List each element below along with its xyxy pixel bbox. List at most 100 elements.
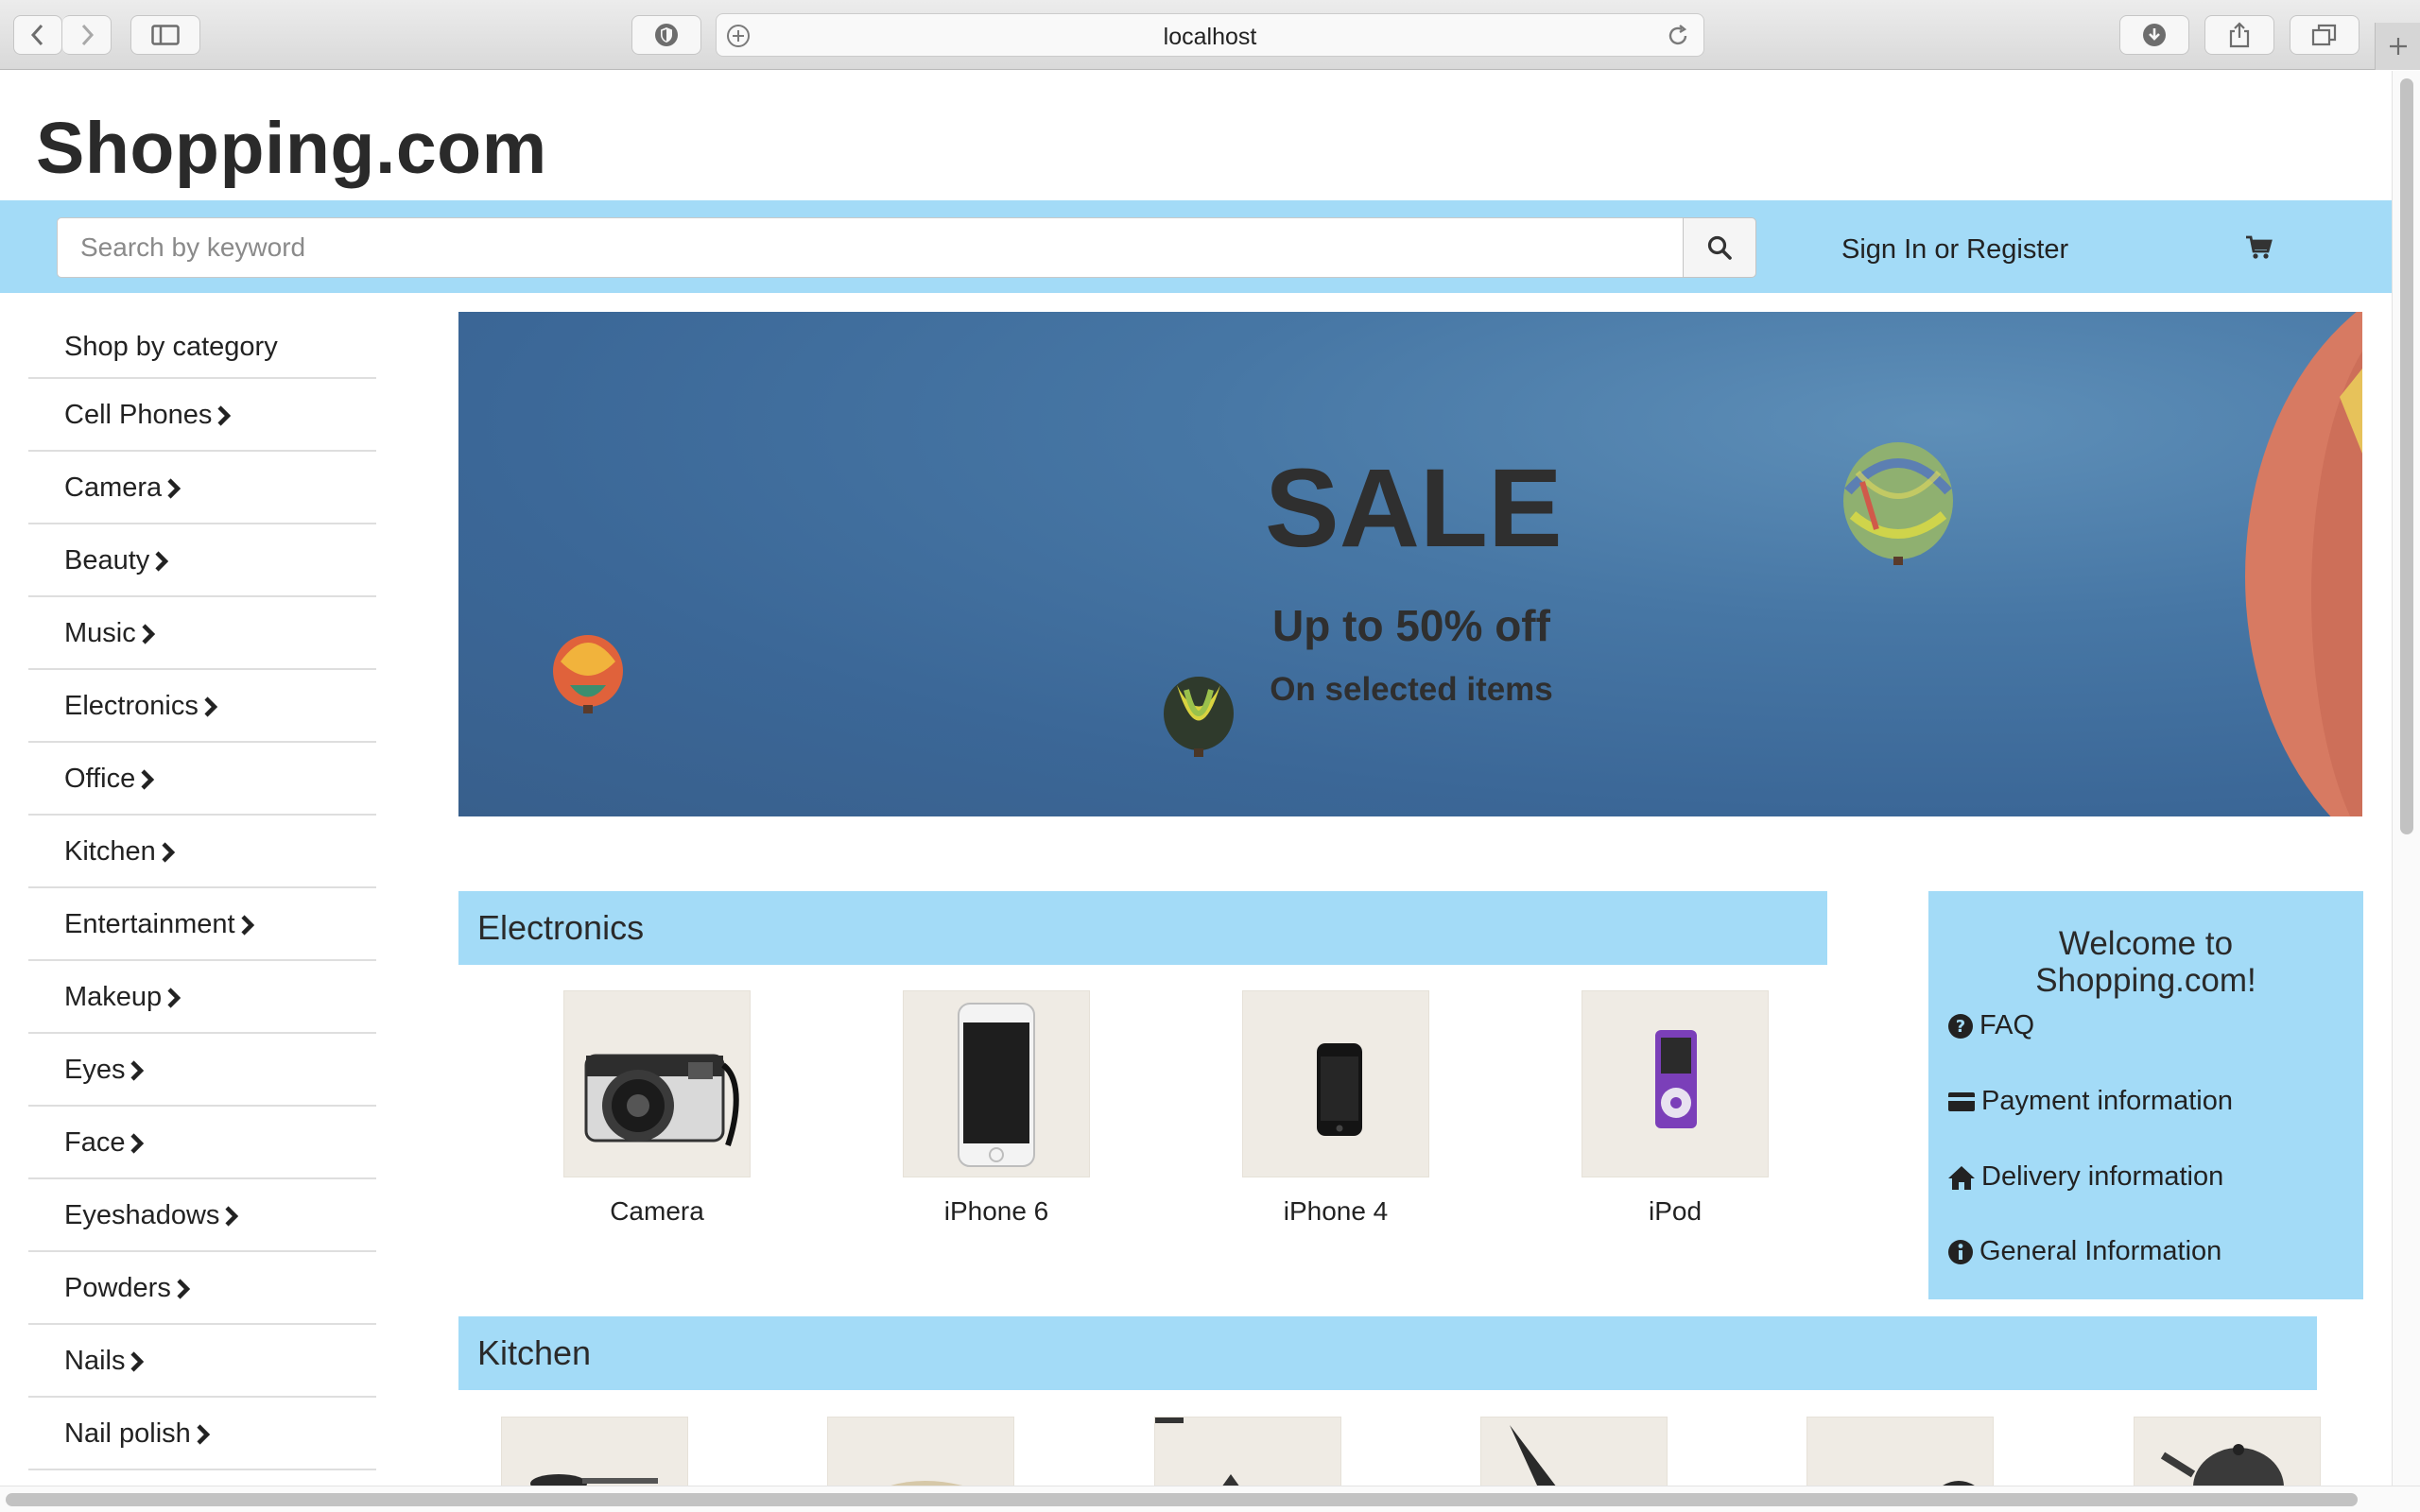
address-bar[interactable]: localhost [716,13,1704,57]
iphone6-image[interactable] [903,990,1090,1177]
url-text: localhost [1163,24,1257,50]
sidebar-heading: Shop by category [28,317,376,379]
sidebar-item-nails[interactable]: Nails [28,1325,376,1398]
search-input[interactable] [57,217,1685,278]
kitchen-product-image[interactable] [1480,1417,1668,1486]
product-ipod[interactable]: iPod [1581,990,1770,1227]
chevron-right-icon [217,405,232,426]
sidebar-item-eyeshadows[interactable]: Eyeshadows [28,1179,376,1252]
sidebar-item-nail-polish[interactable]: Nail polish [28,1398,376,1470]
kitchen-product-image[interactable] [501,1417,688,1486]
banner-subtext: On selected items [1270,671,1553,708]
sidebar-item-label: Face [64,1127,126,1158]
sidebar-item-label: Nails [64,1346,126,1376]
banner-offer: Up to 50% off [1272,601,1550,650]
welcome-panel: Welcome to Shopping.com! ? FAQ Payment i… [1928,891,2363,1299]
faq-link[interactable]: ? FAQ [1947,1010,2034,1041]
sidebar-item-kitchen[interactable]: Kitchen [28,816,376,888]
search-bar-strip: Sign In or Register [0,200,2392,293]
horizontal-scroll-thumb[interactable] [6,1493,2358,1506]
product-label: Camera [610,1196,704,1226]
sidebar-item-beauty[interactable]: Beauty [28,524,376,597]
share-button[interactable] [2204,15,2274,55]
welcome-title: Welcome to Shopping.com! [1928,925,2363,999]
tabs-icon [2311,24,2337,46]
sidebar-item-label: Office [64,764,136,794]
sidebar-item-camera[interactable]: Camera [28,452,376,524]
sidebar-item-makeup[interactable]: Makeup [28,961,376,1034]
sidebar-item-eyes[interactable]: Eyes [28,1034,376,1107]
electronics-section-header[interactable]: Electronics [458,891,1827,965]
vertical-scroll-thumb[interactable] [2400,78,2413,834]
downloads-button[interactable] [2119,15,2189,55]
sidebar-item-label: Cell Phones [64,400,213,430]
product-iphone4[interactable]: iPhone 4 [1241,990,1430,1227]
sidebar-item-electronics[interactable]: Electronics [28,670,376,743]
search-button[interactable] [1683,217,1756,278]
product-iphone6[interactable]: iPhone 6 [902,990,1091,1227]
chevron-right-icon [225,1206,239,1227]
sidebar-item-cell-phones[interactable]: Cell Phones [28,379,376,452]
kitchen-product-image[interactable] [1154,1417,1341,1486]
ipod-image[interactable] [1582,990,1769,1177]
sidebar-item-label: Music [64,618,136,648]
share-icon [2229,22,2250,48]
camera-image[interactable] [563,990,751,1177]
payment-information-link[interactable]: Payment information [1947,1086,2233,1117]
delivery-information-link[interactable]: Delivery information [1947,1161,2223,1193]
sidebar-item-music[interactable]: Music [28,597,376,670]
sidebar-item-face[interactable]: Face [28,1107,376,1179]
site-logo[interactable]: Shopping.com [36,107,547,191]
sidebar-item-office[interactable]: Office [28,743,376,816]
home-icon [1948,1165,1975,1190]
question-circle-icon: ? [1948,1013,1973,1039]
vertical-scrollbar[interactable] [2392,71,2420,1486]
sidebar-item-entertainment[interactable]: Entertainment [28,888,376,961]
forward-button[interactable] [62,15,112,55]
chevron-right-icon [130,1351,145,1372]
chevron-right-icon [197,1424,210,1445]
banner-headline: SALE [1265,446,1563,571]
signin-register-link[interactable]: Sign In or Register [1841,234,2068,266]
kitchen-product-image[interactable] [1806,1417,1994,1486]
reload-icon[interactable] [1666,24,1690,48]
back-button[interactable] [13,15,62,55]
new-tab-button[interactable] [2375,23,2420,70]
kitchen-product-image[interactable] [827,1417,1014,1486]
chevron-right-icon [240,915,254,936]
general-information-label: General Information [1979,1236,2222,1266]
sidebar-item-powders[interactable]: Powders [28,1252,376,1325]
kitchen-product-image[interactable] [2134,1417,2321,1486]
kitchen-section-header[interactable]: Kitchen [458,1316,2317,1390]
plus-icon [2389,38,2407,55]
delivery-information-label: Delivery information [1981,1161,2224,1192]
chevron-right-icon [162,842,175,863]
tab-overview-button[interactable] [2290,15,2360,55]
sidebar-item-label: Nail polish [64,1418,191,1449]
chevron-left-icon [30,24,43,46]
privacy-shield-button[interactable] [631,15,701,55]
cart-icon [2246,235,2273,259]
sidebar-item-label: Makeup [64,982,163,1012]
chevron-right-icon [130,1060,145,1081]
sidebar-icon [151,25,180,45]
general-information-link[interactable]: General Information [1947,1236,2221,1267]
faq-label: FAQ [1979,1010,2035,1040]
sale-banner[interactable]: SALE Up to 50% off On selected items [458,312,2362,816]
category-sidebar: Shop by category Cell Phones Camera Beau… [28,317,376,1470]
welcome-title-line2: Shopping.com! [2035,962,2256,999]
product-label: iPod [1648,1196,1703,1226]
sidebar-item-label: Beauty [64,545,150,576]
credit-card-icon [1948,1091,1975,1111]
horizontal-scrollbar[interactable] [0,1486,2420,1512]
product-label: iPhone 4 [1283,1196,1389,1226]
cart-button[interactable] [2244,234,2273,266]
sidebar-toggle-button[interactable] [130,15,200,55]
product-camera[interactable]: Camera [562,990,752,1227]
iphone4-image[interactable] [1242,990,1429,1177]
shield-icon [655,24,678,46]
sidebar-item-label: Powders [64,1273,171,1303]
chevron-right-icon [141,769,155,790]
sidebar-item-label: Kitchen [64,836,156,867]
chevron-right-icon [130,1133,145,1154]
